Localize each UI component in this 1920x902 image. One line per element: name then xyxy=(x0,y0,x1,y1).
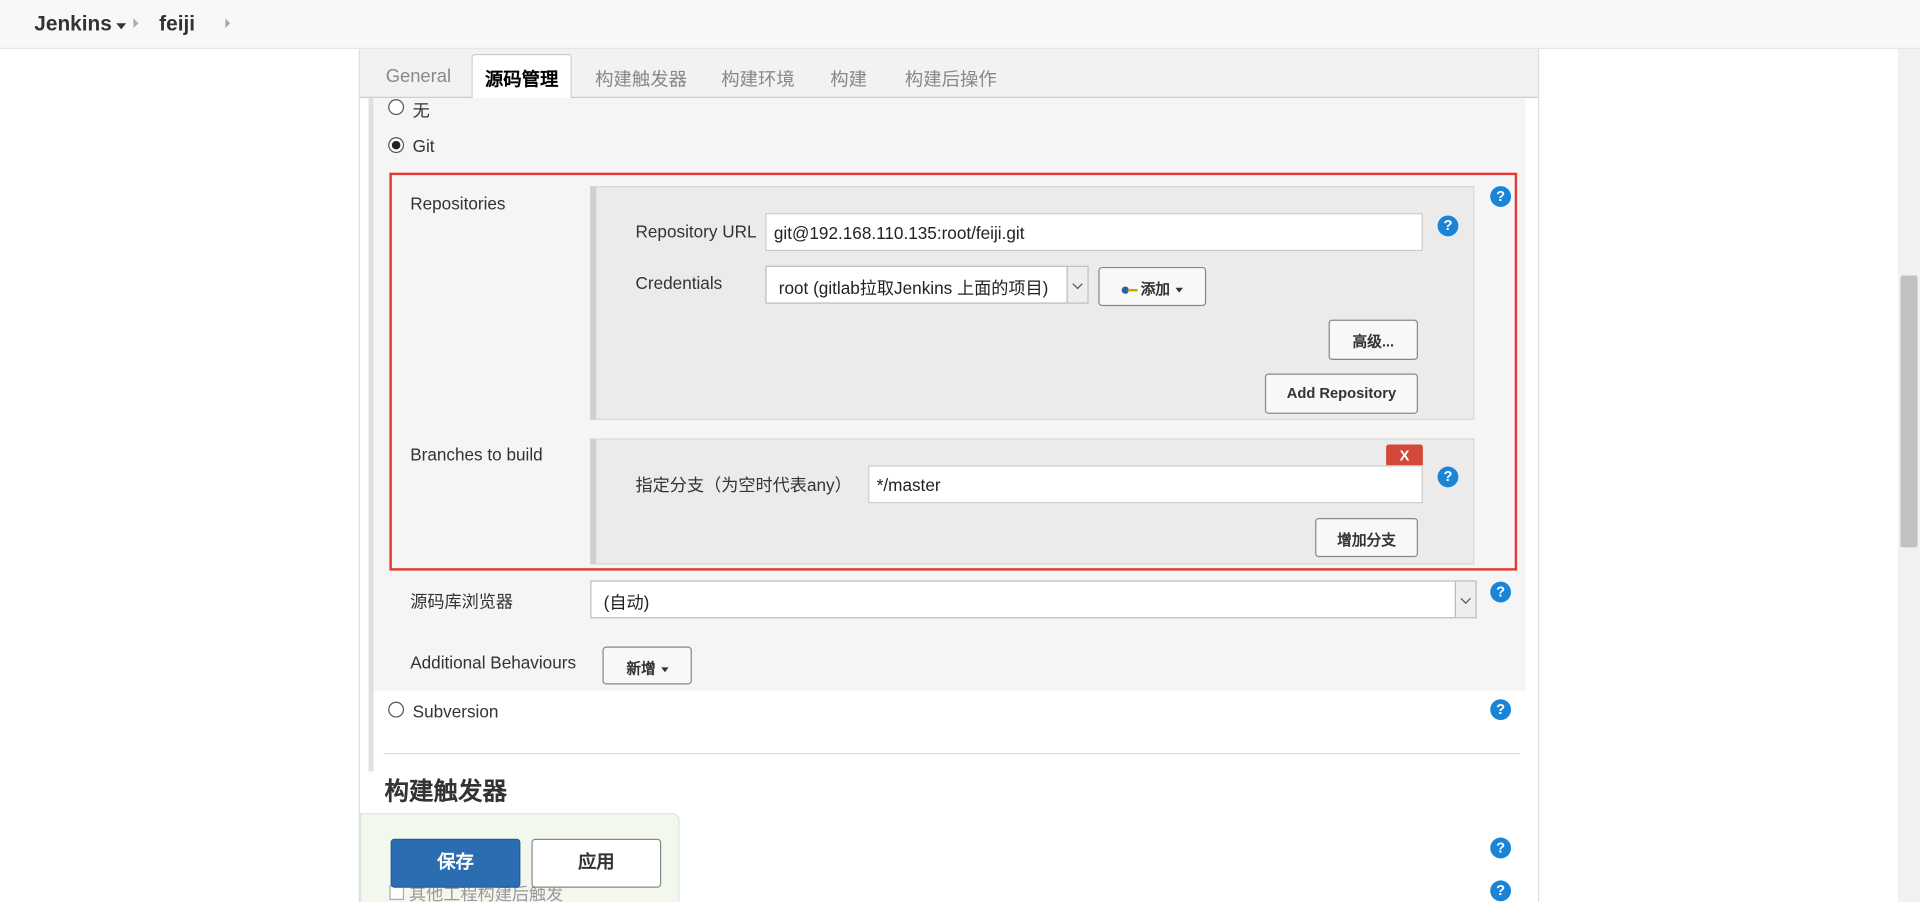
apply-button[interactable]: 应用 xyxy=(531,838,662,888)
repo-browser-value: (自动) xyxy=(603,592,650,613)
scm-svn-label: Subversion xyxy=(412,701,499,722)
breadcrumb-feiji[interactable]: feiji xyxy=(159,12,195,36)
breadcrumb-bar: Jenkins feiji xyxy=(0,0,1920,49)
tab-general[interactable]: General xyxy=(386,54,451,98)
scm-git-label: Git xyxy=(412,135,435,156)
tab-build-triggers[interactable]: 构建触发器 xyxy=(595,54,687,98)
chevron-down-icon xyxy=(660,667,668,673)
section-divider xyxy=(383,753,1520,755)
chevron-down-icon xyxy=(1454,581,1476,618)
tab-build[interactable]: 构建 xyxy=(830,54,867,98)
help-icon[interactable]: ? xyxy=(1490,699,1512,721)
repo-browser-select[interactable]: (自动) xyxy=(590,580,1477,619)
config-tabs: General 源码管理 构建触发器 构建环境 构建 构建后操作 xyxy=(360,48,1538,100)
section-rule xyxy=(368,97,374,772)
scrollbar-thumb[interactable] xyxy=(1900,275,1918,548)
highlight-box xyxy=(389,172,1518,571)
additional-behaviours-label: Additional Behaviours xyxy=(410,652,577,673)
build-triggers-heading: 构建触发器 xyxy=(384,778,507,806)
scm-none-label: 无 xyxy=(412,100,430,121)
tab-build-environment[interactable]: 构建环境 xyxy=(721,54,794,98)
breadcrumb-separator-icon xyxy=(225,18,231,29)
help-icon[interactable]: ? xyxy=(1490,880,1512,902)
breadcrumb-separator-icon xyxy=(133,18,139,29)
chevron-down-icon xyxy=(116,22,127,29)
add-behaviour-label: 新增 xyxy=(626,660,656,678)
repo-browser-label: 源码库浏览器 xyxy=(410,591,514,612)
scm-svn-radio[interactable] xyxy=(388,701,405,718)
jenkins-config-page: Jenkins feiji General 源码管理 构建触发器 构建环境 构建… xyxy=(0,0,1920,902)
breadcrumb-jenkins-label: Jenkins xyxy=(34,12,112,36)
tab-post-build[interactable]: 构建后操作 xyxy=(905,54,997,98)
add-behaviour-button[interactable]: 新增 xyxy=(602,646,692,685)
help-icon[interactable]: ? xyxy=(1490,581,1512,603)
breadcrumb-jenkins[interactable]: Jenkins xyxy=(34,12,127,36)
tab-scm[interactable]: 源码管理 xyxy=(471,53,572,100)
scm-none-radio[interactable] xyxy=(388,99,405,116)
save-button[interactable]: 保存 xyxy=(390,838,521,888)
breadcrumb-feiji-label: feiji xyxy=(159,12,196,36)
help-icon[interactable]: ? xyxy=(1490,837,1512,859)
scm-git-radio[interactable] xyxy=(388,137,405,154)
